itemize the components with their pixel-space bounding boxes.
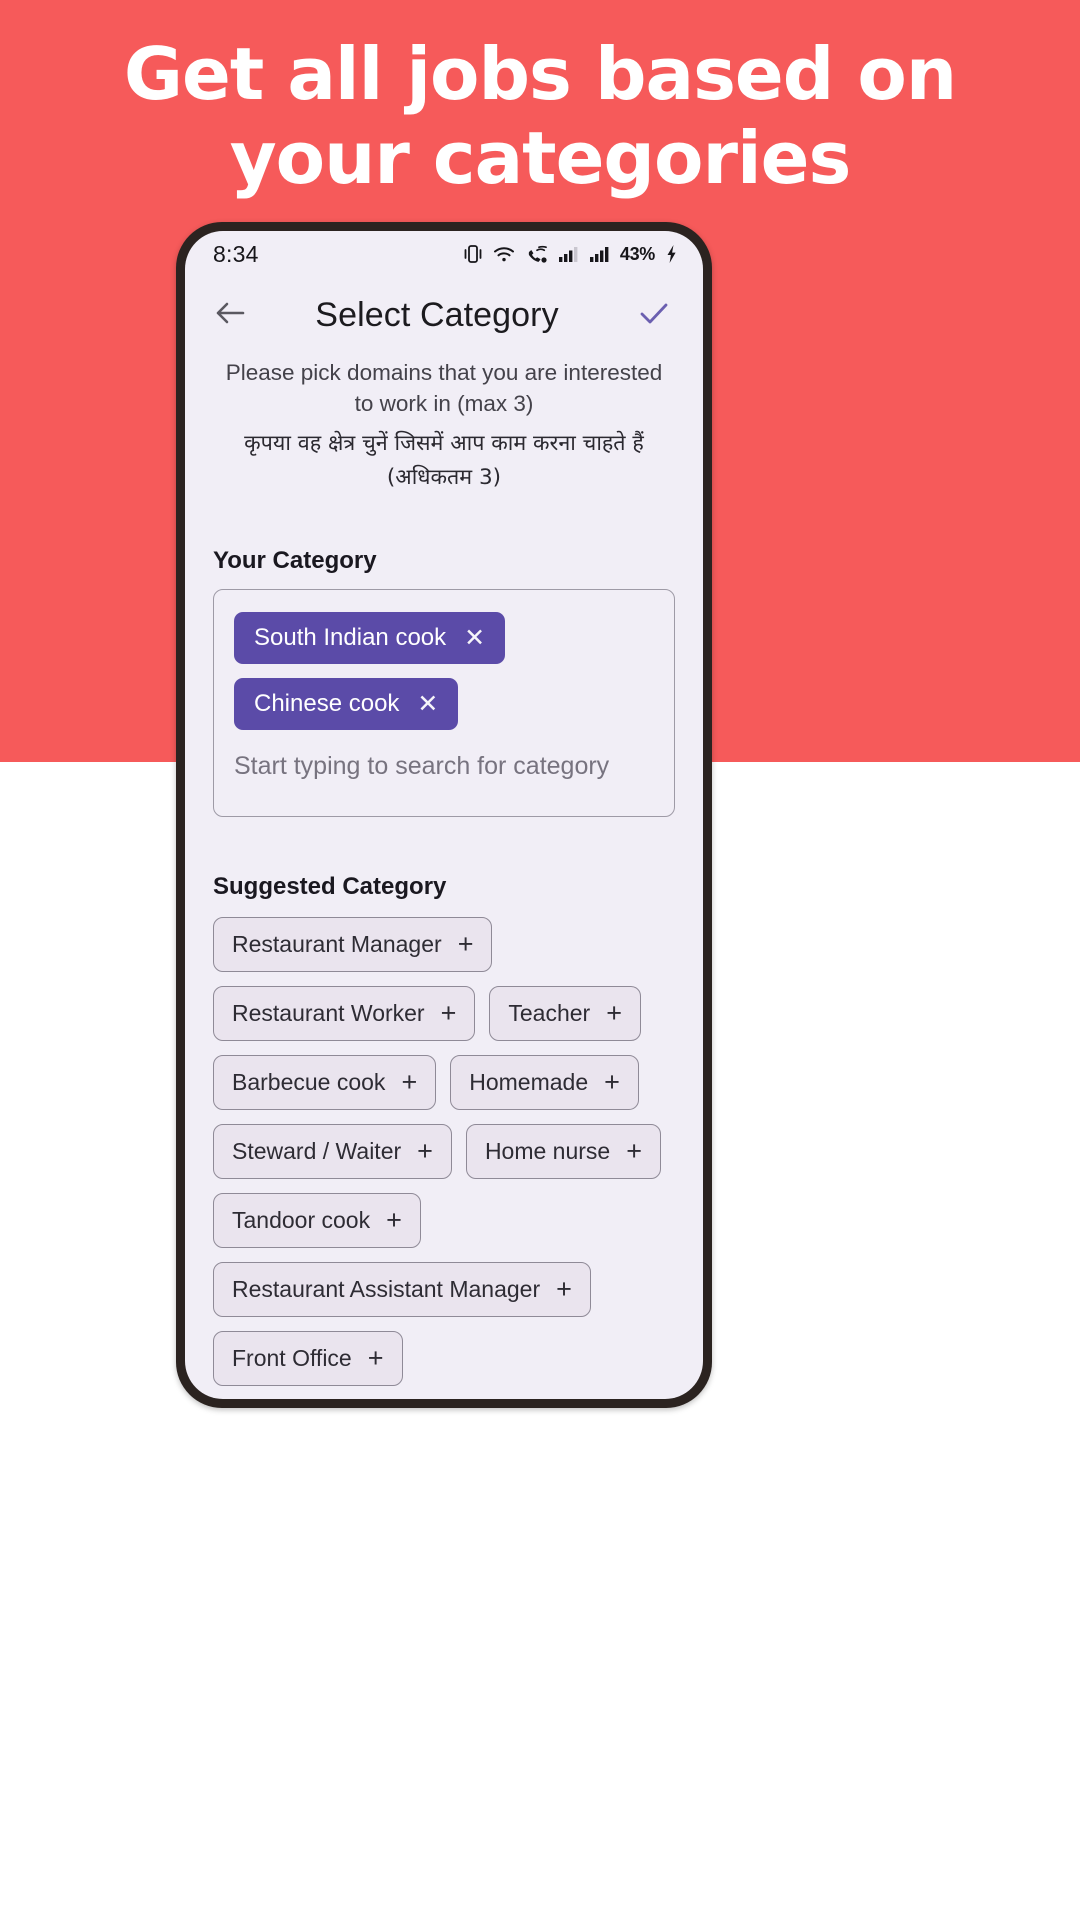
suggested-chip[interactable]: Restaurant Assistant Manager + (213, 1262, 591, 1317)
plus-icon[interactable]: + (417, 1138, 433, 1165)
plus-icon[interactable]: + (606, 1000, 622, 1027)
charging-bolt-icon (666, 244, 677, 264)
arrow-left-icon (213, 298, 247, 333)
suggested-chip[interactable]: Steward / Waiter + (213, 1124, 452, 1179)
selected-chip[interactable]: South Indian cook ✕ (234, 612, 506, 664)
page-title: Select Category (315, 295, 559, 334)
selected-chip-row: South Indian cook ✕ (234, 612, 654, 678)
suggested-chip-label: Barbecue cook (232, 1069, 386, 1095)
suggested-chip-label: Homemade (469, 1069, 589, 1095)
suggested-chip[interactable]: Barbecue cook + (213, 1055, 437, 1110)
status-icon-group: 43% (464, 244, 677, 265)
suggested-chip[interactable]: Restaurant Worker + (213, 986, 476, 1041)
close-icon[interactable]: ✕ (464, 625, 485, 651)
selected-chip-label: South Indian cook (254, 624, 447, 651)
your-category-label: Your Category (213, 547, 377, 574)
subtitle-hindi: कृपया वह क्षेत्र चुनें जिसमें आप काम करन… (244, 431, 644, 490)
selected-chip-label: Chinese cook (254, 690, 400, 717)
suggested-chip-label: Home nurse (484, 1138, 611, 1164)
suggested-chip-label: Front Office (232, 1345, 352, 1371)
plus-icon[interactable]: + (401, 1069, 417, 1096)
check-icon (637, 298, 671, 333)
phone-screen: 8:34 43% Select Category Please pick dom… (185, 231, 703, 1399)
plus-icon[interactable]: + (441, 1000, 457, 1027)
suggested-chip-label: Restaurant Worker (232, 1000, 425, 1026)
hero-headline: Get all jobs based on your categories (0, 32, 1080, 200)
signal-bars-icon (558, 244, 578, 264)
suggested-chip[interactable]: Teacher + (489, 986, 641, 1041)
signal-bars-icon (589, 244, 609, 264)
plus-icon[interactable]: + (556, 1276, 572, 1303)
suggested-chip-label: Tandoor cook (232, 1207, 371, 1233)
status-bar: 8:34 43% (185, 231, 703, 277)
suggested-chip[interactable]: Homemade + (450, 1055, 639, 1110)
page-root: Get all jobs based on your categories 8:… (0, 0, 1080, 1920)
wifi-icon (493, 244, 515, 264)
plus-icon[interactable]: + (368, 1345, 384, 1372)
suggested-chip[interactable]: Tandoor cook + (213, 1193, 421, 1248)
suggested-category-label: Suggested Category (213, 873, 447, 900)
app-bar: Select Category (185, 277, 703, 353)
headline-line-2: your categories (229, 116, 852, 200)
vibrate-icon (464, 244, 482, 264)
suggested-chip-label: Restaurant Manager (232, 931, 442, 957)
suggested-chip[interactable]: Front Office + (213, 1331, 403, 1386)
selected-chip[interactable]: Chinese cook ✕ (234, 678, 459, 730)
headline-line-1: Get all jobs based on (123, 32, 957, 116)
plus-icon[interactable]: + (386, 1207, 402, 1234)
search-input-placeholder[interactable]: Start typing to search for category (234, 752, 654, 781)
suggested-chip[interactable]: Home nurse + (465, 1124, 661, 1179)
status-clock: 8:34 (213, 240, 259, 267)
confirm-button[interactable] (631, 292, 677, 338)
plus-icon[interactable]: + (458, 931, 474, 958)
suggested-chip[interactable]: Restaurant Manager + (213, 917, 493, 972)
plus-icon[interactable]: + (626, 1138, 642, 1165)
close-icon[interactable]: ✕ (417, 691, 438, 717)
selected-chip-row: Chinese cook ✕ (234, 678, 654, 744)
call-mute-icon (526, 244, 547, 264)
suggested-chip-label: Steward / Waiter (232, 1138, 402, 1164)
suggested-chip-list: Restaurant Manager + Restaurant Worker + T… (213, 917, 675, 1386)
subtitle-english: Please pick domains that you are interes… (225, 360, 663, 416)
suggested-chip-label: Teacher (508, 1000, 591, 1026)
suggested-chip-label: Restaurant Assistant Manager (232, 1276, 541, 1302)
plus-icon[interactable]: + (604, 1069, 620, 1096)
phone-mockup: 8:34 43% Select Category Please pick dom… (176, 222, 712, 1408)
category-input-field[interactable]: South Indian cook ✕ Chinese cook ✕ Start… (213, 589, 675, 817)
battery-percent-label: 43% (619, 243, 655, 264)
content-area: Please pick domains that you are interes… (185, 353, 703, 1386)
